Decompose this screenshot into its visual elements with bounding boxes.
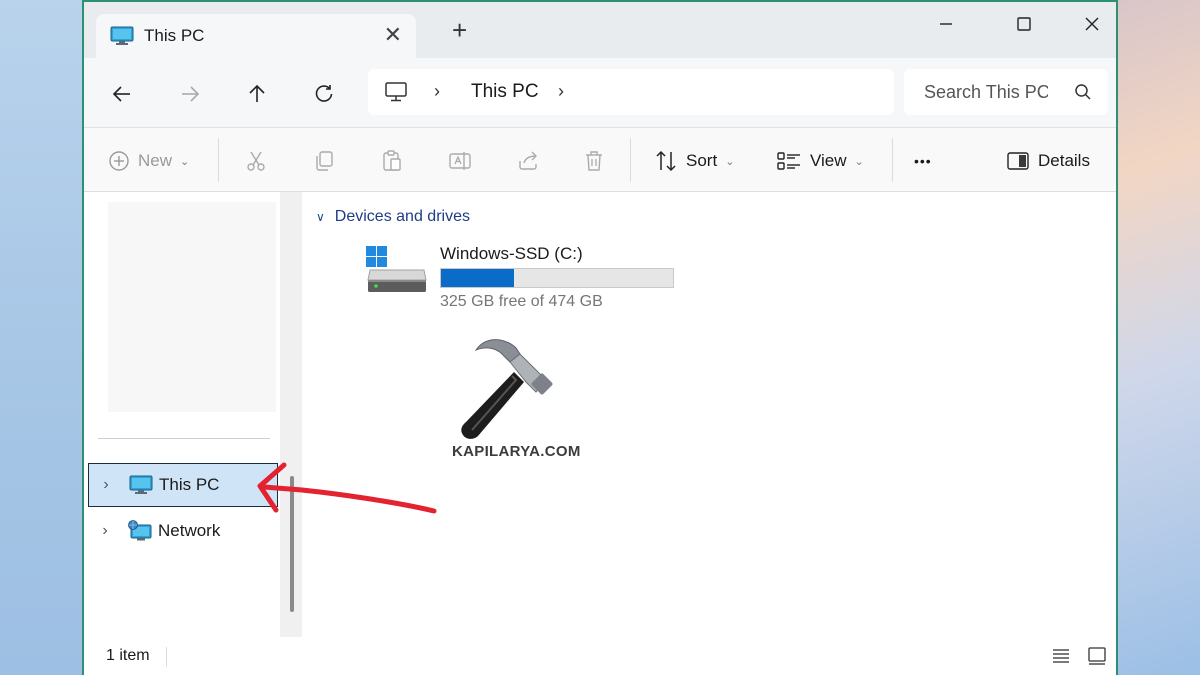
tab-this-pc[interactable]: This PC ✕ — [96, 14, 416, 58]
maximize-icon — [1017, 17, 1031, 31]
file-explorer-window: This PC ✕ + › This PC › Search This PC N… — [82, 0, 1118, 675]
chevron-right-icon[interactable]: › — [93, 476, 119, 494]
sort-icon — [656, 150, 676, 172]
more-options-button[interactable]: ••• — [914, 148, 932, 174]
breadcrumb-separator-icon[interactable]: › — [558, 81, 564, 102]
sidebar-item-label: This PC — [159, 475, 220, 494]
view-label: View — [810, 151, 847, 170]
view-list-icon — [777, 152, 800, 170]
chevron-down-icon: ⌄ — [725, 155, 735, 168]
paste-button[interactable] — [380, 148, 404, 174]
refresh-icon — [315, 85, 333, 102]
refresh-button[interactable] — [308, 78, 340, 110]
group-title: Devices and drives — [334, 208, 470, 225]
divider — [218, 138, 219, 182]
search-placeholder: Search This PC — [924, 82, 1048, 102]
breadcrumb-this-pc[interactable]: This PC — [471, 81, 539, 103]
back-button[interactable] — [106, 78, 138, 110]
drive-usage-bar — [440, 268, 674, 288]
chevron-down-icon: ⌄ — [854, 155, 864, 168]
clipboard-icon — [383, 150, 401, 171]
status-bar: 1 item — [84, 637, 1116, 675]
close-icon — [1085, 17, 1099, 31]
chevron-down-icon: ⌄ — [180, 155, 190, 168]
group-header-devices[interactable]: ∨ Devices and drives — [316, 208, 470, 226]
new-tab-button[interactable]: + — [452, 17, 467, 43]
computer-icon — [110, 26, 134, 45]
arrow-up-icon — [249, 84, 265, 102]
rename-button[interactable] — [448, 148, 472, 174]
more-icon: ••• — [914, 153, 932, 169]
share-button[interactable] — [516, 148, 540, 174]
tab-title: This PC — [144, 26, 205, 45]
cut-button[interactable] — [244, 148, 268, 174]
large-icons-view-icon[interactable] — [1086, 645, 1108, 667]
content-area: ∨ Devices and drives Windows-SSD (C:) 32… — [302, 192, 1116, 637]
chevron-down-icon: ∨ — [316, 210, 325, 224]
desktop-wallpaper — [1118, 0, 1200, 675]
arrow-right-icon — [182, 86, 200, 102]
new-button[interactable]: New ⌄ — [108, 148, 189, 174]
sidebar-item-network[interactable]: › Network — [88, 509, 278, 553]
scrollbar-thumb[interactable] — [290, 476, 294, 612]
minimize-icon — [940, 23, 952, 25]
sidebar-divider — [98, 438, 270, 439]
sort-label: Sort — [686, 151, 718, 170]
quick-access-area — [108, 202, 276, 412]
hammer-logo-icon — [461, 339, 553, 439]
trash-icon — [586, 151, 602, 171]
title-bar: This PC ✕ + — [84, 2, 1116, 58]
search-icon — [1075, 84, 1091, 100]
chevron-right-icon[interactable]: › — [92, 522, 118, 540]
share-icon — [519, 151, 537, 170]
drive-icon — [366, 246, 427, 292]
sidebar-item-label: Network — [158, 521, 221, 540]
copy-button[interactable] — [312, 148, 336, 174]
rename-icon — [449, 152, 471, 170]
view-button[interactable]: View ⌄ — [776, 148, 864, 174]
monitor-icon — [385, 82, 407, 102]
delete-button[interactable] — [582, 148, 606, 174]
network-icon — [128, 520, 152, 541]
drive-free-space: 325 GB free of 474 GB — [440, 293, 603, 310]
scissors-icon — [247, 151, 265, 171]
sort-button[interactable]: Sort ⌄ — [654, 148, 734, 174]
details-pane-icon — [1007, 152, 1029, 170]
forward-button[interactable] — [174, 78, 206, 110]
breadcrumb-separator-icon[interactable]: › — [434, 81, 440, 102]
up-button[interactable] — [241, 78, 273, 110]
watermark-text: KAPILARYA.COM — [452, 443, 581, 460]
divider — [166, 647, 167, 667]
new-label: New — [138, 151, 173, 170]
drive-usage-fill — [441, 269, 514, 287]
sidebar-item-this-pc[interactable]: › This PC — [88, 463, 278, 507]
divider — [630, 138, 631, 182]
close-window-button[interactable] — [1070, 8, 1114, 40]
drive-name: Windows-SSD (C:) — [440, 244, 583, 263]
details-button[interactable]: Details — [1006, 148, 1090, 174]
details-view-icon[interactable] — [1050, 645, 1072, 667]
copy-icon — [316, 151, 333, 171]
plus-circle-icon — [109, 151, 129, 171]
divider — [892, 138, 893, 182]
navigation-pane: › This PC › Network — [84, 192, 302, 637]
navigation-bar: › This PC › Search This PC — [84, 58, 1116, 128]
search-input[interactable]: Search This PC — [904, 69, 1108, 115]
arrow-left-icon — [112, 86, 130, 102]
address-bar[interactable]: › This PC › — [368, 69, 894, 115]
minimize-button[interactable] — [924, 8, 968, 40]
item-count: 1 item — [106, 647, 150, 664]
maximize-button[interactable] — [1002, 8, 1046, 40]
command-bar: New ⌄ Sort ⌄ View ⌄ ••• Details — [84, 128, 1116, 192]
tab-close-icon[interactable]: ✕ — [384, 22, 402, 48]
details-label: Details — [1038, 151, 1090, 170]
computer-icon — [129, 475, 153, 494]
